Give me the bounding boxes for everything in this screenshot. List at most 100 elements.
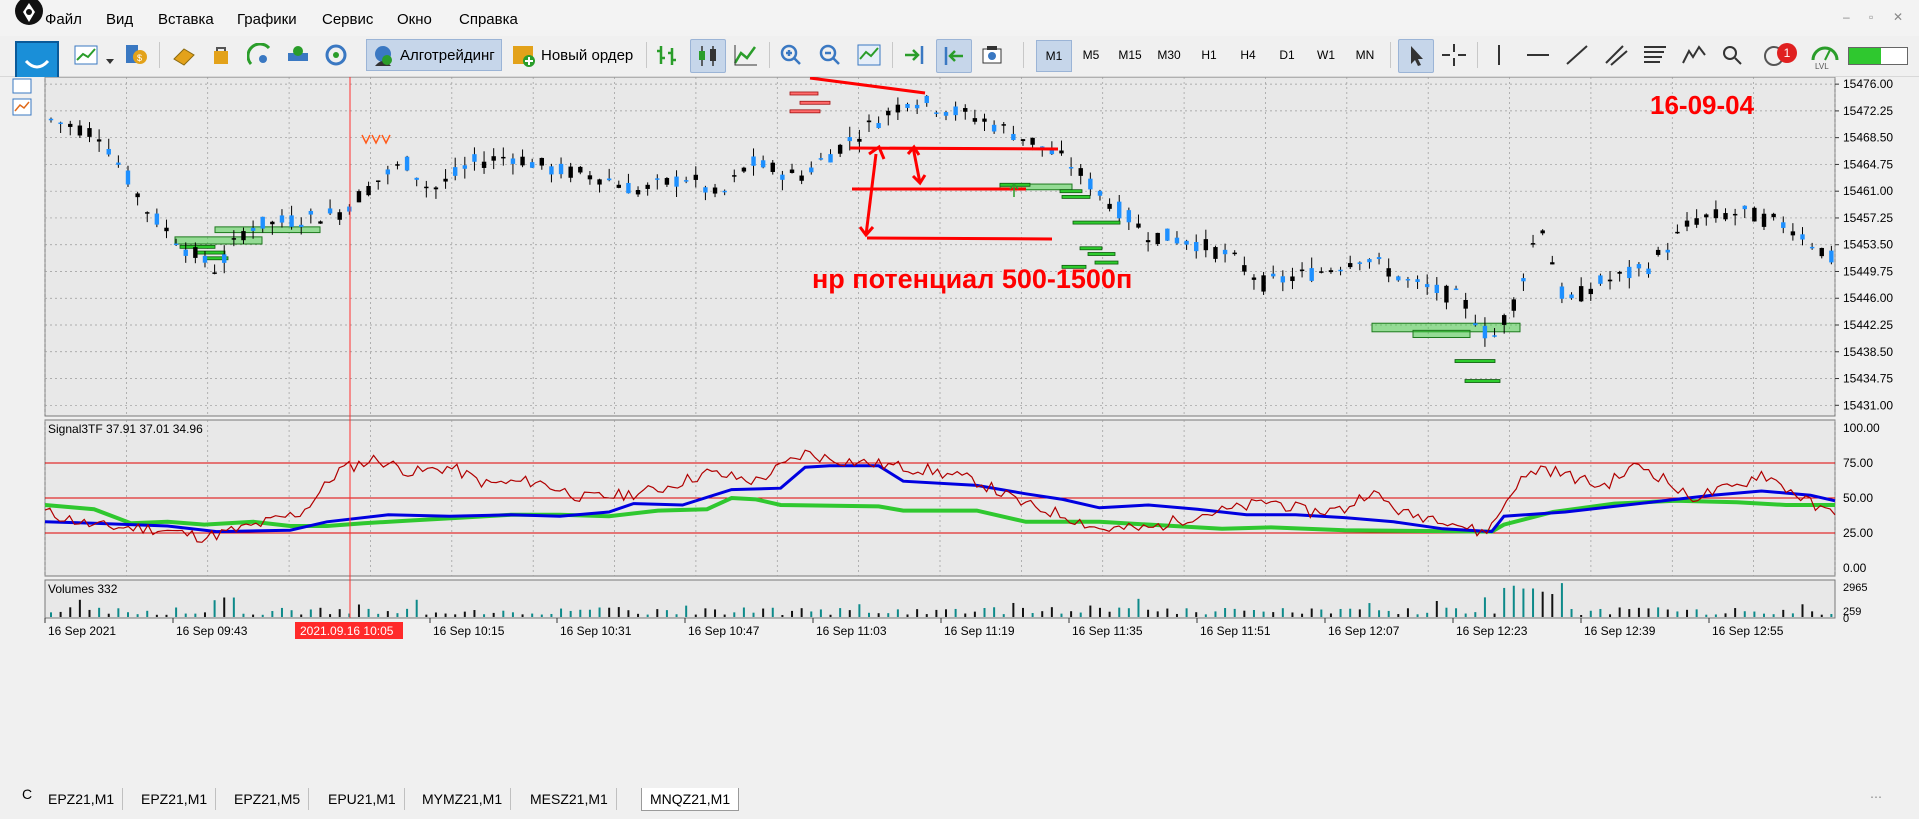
candlestick-button[interactable]	[690, 39, 726, 73]
tab-epz21-m1-b[interactable]: EPZ21,M1	[133, 788, 217, 810]
volume-panel[interactable]: 29652590	[44, 579, 1867, 625]
zoom-in-button[interactable]	[774, 39, 808, 71]
candle-body	[462, 165, 468, 169]
screenshot-button[interactable]	[975, 39, 1009, 71]
tf-m30[interactable]: M30	[1152, 40, 1186, 70]
candle-body	[1444, 285, 1449, 303]
tab-mnqz21-m1[interactable]: MNQZ21,M1	[641, 788, 740, 811]
candle-body	[1155, 232, 1160, 245]
menu-file[interactable]: Файл	[45, 11, 82, 28]
new-order-button[interactable]: Новый ордер	[508, 39, 640, 71]
tile-windows-button[interactable]	[852, 39, 886, 71]
connection-status-icon[interactable]	[1848, 47, 1908, 65]
price-label: 15438.50	[1843, 345, 1893, 359]
minimize-button[interactable]: –	[1843, 10, 1850, 24]
tab-mesz21-m1[interactable]: MESZ21,M1	[522, 788, 617, 810]
candle-body	[895, 104, 901, 113]
tab-epu21-m1[interactable]: EPU21,M1	[320, 788, 405, 810]
trendline-button[interactable]	[1560, 39, 1594, 71]
vps-button[interactable]	[319, 39, 353, 71]
tf-d1[interactable]: D1	[1270, 40, 1304, 70]
tf-h4[interactable]: H4	[1231, 40, 1265, 70]
chart-area[interactable]: 15476.00 15472.25 15468.50 15464.75 15461.00…	[0, 77, 1919, 780]
candle-body	[587, 175, 593, 180]
tf-m1[interactable]: M1	[1036, 40, 1072, 72]
candle-body	[1338, 269, 1343, 272]
signal-level-icon[interactable]: LVL	[1808, 40, 1842, 72]
chart-shift-button[interactable]	[897, 39, 931, 71]
price-label: 15457.25	[1843, 211, 1893, 225]
data-window-button[interactable]	[205, 39, 239, 71]
candle-body	[837, 144, 843, 154]
crosshair-button[interactable]	[1437, 39, 1471, 71]
zoom-out-button[interactable]	[813, 39, 847, 71]
candle-body	[934, 112, 939, 114]
dropdown-icon[interactable]	[106, 52, 114, 68]
menu-view[interactable]: Вид	[106, 11, 133, 28]
tf-h1[interactable]: H1	[1192, 40, 1226, 70]
algo-trading-button[interactable]: Алготрейдинг	[366, 39, 502, 71]
fibonacci-button[interactable]	[1638, 39, 1672, 71]
bar-chart-button[interactable]	[651, 39, 685, 71]
candle-body	[116, 162, 121, 165]
tf-w1[interactable]: W1	[1309, 40, 1343, 70]
restore-button[interactable]: ▫	[1869, 10, 1873, 24]
menu-help[interactable]: Справка	[459, 11, 518, 28]
candle-body	[1126, 210, 1132, 223]
volumes-label: Volumes 332	[48, 582, 118, 596]
candle-body	[1463, 299, 1468, 309]
candle-body	[1203, 239, 1209, 251]
indicator-level-label: 75.00	[1843, 456, 1873, 470]
support-zone	[214, 226, 321, 234]
notifications-icon[interactable]: 1	[1762, 40, 1798, 72]
horizontal-line-button[interactable]	[1521, 39, 1555, 71]
autoscroll-button[interactable]	[936, 39, 972, 73]
elliott-button[interactable]	[1677, 39, 1711, 71]
close-button[interactable]: ✕	[1893, 10, 1903, 24]
market-watch-button[interactable]	[167, 39, 201, 71]
left-panel-tab[interactable]: C	[22, 786, 32, 802]
candle-body	[635, 189, 641, 195]
tf-m5[interactable]: M5	[1074, 40, 1108, 70]
tab-mymz21-m1[interactable]: MYMZ21,M1	[414, 788, 512, 810]
chart-canvas[interactable]: 15476.00 15472.25 15468.50 15464.75 15461.00…	[0, 77, 1919, 780]
candle-body	[1829, 250, 1834, 263]
price-panel[interactable]: 15476.00 15472.25 15468.50 15464.75 15461.00…	[44, 77, 1893, 417]
indicator-panel[interactable]: 100.00 75.00 50.00 25.00 0.00	[44, 419, 1880, 577]
candle-body	[193, 247, 198, 258]
candle-body	[529, 162, 535, 168]
tf-m15[interactable]: M15	[1113, 40, 1147, 70]
candle-body	[404, 156, 410, 171]
signals-button[interactable]	[243, 39, 277, 71]
tf-mn[interactable]: MN	[1348, 40, 1382, 70]
menu-tools[interactable]: Сервис	[322, 11, 373, 28]
candle-body	[886, 110, 891, 116]
tab-epz21-m1[interactable]: EPZ21,M1	[40, 788, 124, 810]
candle-body	[260, 216, 265, 229]
candle-body	[1309, 268, 1314, 281]
channel-button[interactable]	[1599, 39, 1633, 71]
scroll-right-icon[interactable]: ⋯	[1870, 790, 1882, 804]
cursor-button[interactable]	[1398, 39, 1434, 73]
candle-body	[655, 178, 660, 180]
volume-level-label: 2965	[1843, 582, 1867, 594]
menu-insert[interactable]: Вставка	[158, 11, 214, 28]
candle-body	[241, 231, 246, 241]
search-button[interactable]	[1716, 39, 1750, 71]
line-chart-button[interactable]	[729, 39, 763, 71]
new-chart-button[interactable]	[70, 39, 104, 71]
tab-epz21-m5[interactable]: EPZ21,M5	[226, 788, 310, 810]
vertical-line-button[interactable]	[1482, 39, 1516, 71]
profiles-button[interactable]: $	[119, 39, 153, 71]
candle-body	[385, 169, 391, 175]
candle-body	[395, 164, 400, 166]
menu-charts[interactable]: Графики	[237, 11, 297, 28]
candle-body	[520, 156, 525, 166]
candle-body	[1617, 271, 1622, 274]
candle-body	[164, 227, 169, 232]
candle-body	[1655, 249, 1661, 255]
menu-window[interactable]: Окно	[397, 11, 432, 28]
chart-tabs: C EPZ21,M1 EPZ21,M1 EPZ21,M5 EPU21,M1 MY…	[0, 782, 1919, 819]
candle-body	[751, 156, 756, 166]
market-button[interactable]	[281, 39, 315, 71]
